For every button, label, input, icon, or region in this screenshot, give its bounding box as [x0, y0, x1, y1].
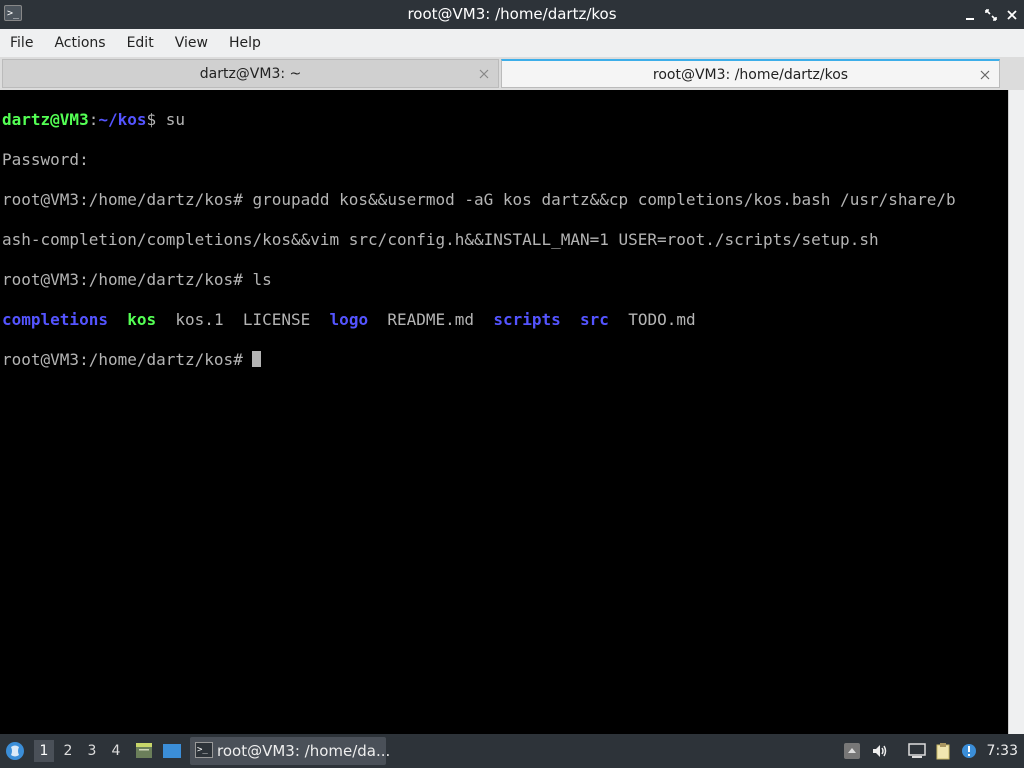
- tab-bar: dartz@VM3: ~ root@VM3: /home/dartz/kos: [0, 57, 1024, 90]
- ls-entry-file: README.md: [387, 310, 475, 329]
- terminal-output[interactable]: dartz@VM3:~/kos$ su Password: root@VM3:/…: [2, 90, 1008, 734]
- ls-entry-file: TODO.md: [628, 310, 696, 329]
- tab-root-kos[interactable]: root@VM3: /home/dartz/kos: [501, 59, 1000, 88]
- ls-entry-dir: completions: [2, 310, 108, 329]
- taskbar: 1 2 3 4 >_ root@VM3: /home/da... 7:33: [0, 734, 1024, 768]
- file-manager-icon[interactable]: [134, 741, 154, 761]
- ls-entry-file: LICENSE: [242, 310, 311, 329]
- window-title: root@VM3: /home/dartz/kos: [407, 5, 617, 23]
- ls-entry-file: kos.1: [175, 310, 224, 329]
- restore-button[interactable]: [985, 8, 997, 21]
- ls-entry-dir: scripts: [493, 310, 561, 329]
- close-button[interactable]: [1006, 9, 1018, 21]
- window-titlebar[interactable]: >_ root@VM3: /home/dartz/kos: [0, 0, 1024, 29]
- show-desktop-icon[interactable]: [162, 741, 182, 761]
- terminal-icon: >_: [195, 742, 213, 758]
- taskbar-task-terminal[interactable]: >_ root@VM3: /home/da...: [190, 737, 390, 765]
- window-controls: [964, 0, 1018, 29]
- desktop-3-button[interactable]: 3: [82, 740, 102, 762]
- tab-label: root@VM3: /home/dartz/kos: [652, 67, 849, 83]
- minimize-icon: [966, 17, 974, 20]
- current-prompt: root@VM3:/home/dartz/kos#: [2, 350, 253, 369]
- ls-entry-dir: src: [580, 310, 609, 329]
- prompt-separator: :: [88, 110, 99, 129]
- desktop-2-button[interactable]: 2: [58, 740, 78, 762]
- menu-actions[interactable]: Actions: [54, 35, 115, 51]
- menu-edit[interactable]: Edit: [127, 35, 164, 51]
- restore-icon: [985, 8, 997, 21]
- tab-close-icon[interactable]: [980, 70, 990, 80]
- clock[interactable]: 7:33: [987, 734, 1018, 768]
- minimize-button[interactable]: [964, 9, 976, 21]
- menu-view[interactable]: View: [175, 35, 218, 51]
- text-cursor: [252, 351, 262, 367]
- terminal-line: root@VM3:/home/dartz/kos# ls: [2, 270, 272, 289]
- menu-bar: File Actions Edit View Help: [0, 29, 1024, 57]
- terminal-line: root@VM3:/home/dartz/kos#: [2, 350, 1008, 370]
- prompt-path: ~/kos: [98, 110, 147, 129]
- ls-entry-exec: kos: [127, 310, 157, 329]
- task-label: root@VM3: /home/da...: [217, 742, 391, 760]
- ls-entry-dir: logo: [329, 310, 369, 329]
- tab-label: dartz@VM3: ~: [199, 66, 302, 82]
- menu-help[interactable]: Help: [229, 35, 271, 51]
- tab-close-icon[interactable]: [479, 69, 489, 79]
- ls-output-line: completions kos kos.1 LICENSE logo READM…: [2, 310, 1008, 330]
- prompt-user-host: dartz@VM3: [2, 110, 89, 129]
- close-icon: [1007, 9, 1017, 20]
- tab-dartz-home[interactable]: dartz@VM3: ~: [2, 59, 499, 88]
- terminal-line: root@VM3:/home/dartz/kos# groupadd kos&&…: [2, 190, 956, 209]
- terminal-line: dartz@VM3:~/kos$ su: [2, 110, 1008, 130]
- terminal-scrollbar[interactable]: [1008, 90, 1024, 734]
- menu-file[interactable]: File: [10, 35, 43, 51]
- command-text: su: [156, 110, 186, 129]
- desktop-1-button[interactable]: 1: [34, 740, 54, 762]
- clipboard-icon[interactable]: [934, 742, 952, 760]
- start-menu-icon[interactable]: [5, 741, 25, 761]
- tray-arrow-up-icon[interactable]: [843, 742, 861, 760]
- network-icon[interactable]: [908, 742, 926, 760]
- volume-icon[interactable]: [871, 742, 889, 760]
- terminal-line: ash-completion/completions/kos&&vim src/…: [2, 230, 879, 249]
- terminal-line: Password:: [2, 150, 89, 169]
- update-notifier-icon[interactable]: [960, 742, 978, 760]
- desktop-4-button[interactable]: 4: [106, 740, 126, 762]
- prompt-dollar: $: [146, 110, 157, 129]
